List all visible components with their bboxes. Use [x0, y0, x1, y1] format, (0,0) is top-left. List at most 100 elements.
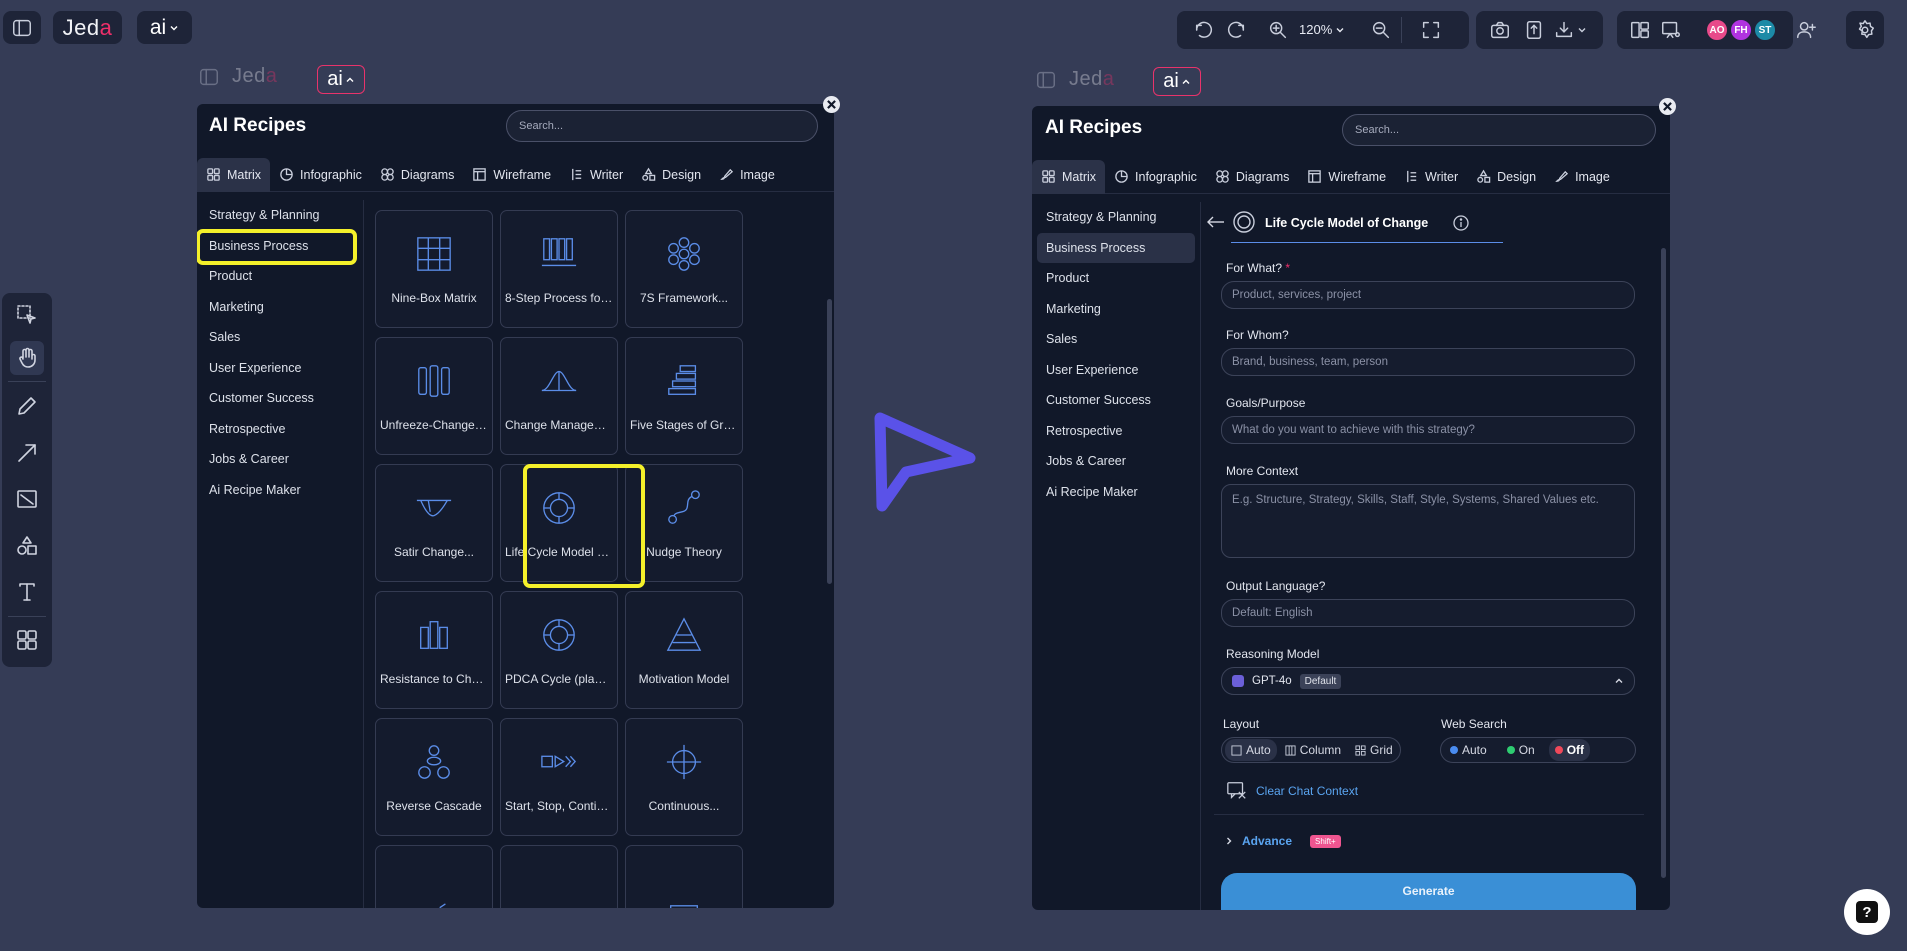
sidebar-item-product[interactable]: Product — [200, 261, 356, 292]
web-auto-option[interactable]: Auto — [1444, 739, 1493, 761]
avatar[interactable]: FH — [1730, 19, 1752, 41]
language-input[interactable]: Default: English — [1221, 599, 1635, 627]
tab-design[interactable]: Design — [632, 158, 710, 192]
recipe-card[interactable] — [375, 845, 493, 908]
layout-grid-option[interactable]: Grid — [1349, 739, 1399, 761]
text-tool[interactable] — [10, 575, 44, 609]
zoom-in-button[interactable] — [1267, 19, 1289, 41]
recipe-card[interactable]: Motivation Model — [625, 591, 743, 709]
tab-diagrams[interactable]: Diagrams — [371, 158, 464, 192]
jeda-logo-button[interactable]: Jeda — [53, 11, 122, 44]
sidebar-item-marketing[interactable]: Marketing — [200, 292, 356, 323]
sidebar-item-jobs-career[interactable]: Jobs & Career — [200, 444, 356, 475]
advance-toggle[interactable]: Advance Shift+ — [1224, 834, 1341, 848]
recipe-card[interactable] — [500, 845, 618, 908]
frame-tool[interactable] — [10, 482, 44, 516]
tab-infographic[interactable]: Infographic — [1105, 160, 1206, 194]
info-icon[interactable] — [1453, 215, 1469, 231]
recipe-card[interactable]: Five Stages of Grief... — [625, 337, 743, 455]
zoom-out-button[interactable] — [1370, 19, 1392, 41]
tab-matrix[interactable]: Matrix — [197, 157, 271, 192]
redo-button[interactable] — [1225, 19, 1247, 41]
ai-menu-button[interactable]: ai — [317, 65, 365, 94]
shapes-tool[interactable] — [10, 529, 44, 563]
recipe-card[interactable]: Reverse Cascade — [375, 718, 493, 836]
recipe-card[interactable]: Start, Stop, Continue — [500, 718, 618, 836]
sidebar-item-customer-success[interactable]: Customer Success — [1037, 385, 1195, 416]
sidebar-item-ai-recipe-maker[interactable]: Ai Recipe Maker — [200, 475, 356, 506]
tab-diagrams[interactable]: Diagrams — [1206, 160, 1299, 194]
for-whom-input[interactable]: Brand, business, team, person — [1221, 348, 1635, 376]
sidebar-item-customer-success[interactable]: Customer Success — [200, 383, 356, 414]
select-tool[interactable] — [10, 298, 44, 332]
tab-matrix[interactable]: Matrix — [1032, 159, 1106, 194]
layout-view-button[interactable] — [1629, 19, 1651, 41]
tab-image[interactable]: Image — [1545, 160, 1619, 194]
tab-infographic[interactable]: Infographic — [270, 158, 371, 192]
context-textarea[interactable]: E.g. Structure, Strategy, Skills, Staff,… — [1221, 484, 1635, 558]
tab-writer[interactable]: Writer — [1395, 160, 1467, 194]
sidebar-item-strategy[interactable]: Strategy & Planning — [200, 200, 356, 231]
fit-screen-button[interactable] — [1420, 19, 1442, 41]
sidebar-item-strategy[interactable]: Strategy & Planning — [1037, 202, 1195, 233]
recipe-card[interactable]: 8-Step Process for... — [500, 210, 618, 328]
zoom-level-dropdown[interactable]: 120% — [1299, 22, 1345, 37]
sidebar-item-user-experience[interactable]: User Experience — [1037, 355, 1195, 386]
close-button[interactable] — [1659, 98, 1676, 115]
web-off-option[interactable]: Off — [1548, 739, 1591, 761]
sidebar-item-marketing[interactable]: Marketing — [1037, 294, 1195, 325]
tab-writer[interactable]: Writer — [560, 158, 632, 192]
layout-column-option[interactable]: Column — [1279, 739, 1347, 761]
pen-tool[interactable] — [10, 389, 44, 423]
search-input[interactable]: Search... — [506, 110, 818, 142]
sidebar-item-jobs-career[interactable]: Jobs & Career — [1037, 446, 1195, 477]
model-select[interactable]: GPT-4o Default — [1221, 667, 1635, 695]
sidebar-item-ai-recipe-maker[interactable]: Ai Recipe Maker — [1037, 477, 1195, 508]
arrow-tool[interactable] — [10, 436, 44, 470]
scrollbar[interactable] — [827, 299, 832, 584]
clear-context-button[interactable]: Clear Chat Context — [1226, 780, 1358, 802]
recipe-card[interactable]: 7S Framework... — [625, 210, 743, 328]
screenshot-button[interactable] — [1489, 19, 1511, 41]
tab-image[interactable]: Image — [710, 158, 784, 192]
present-button[interactable] — [1660, 19, 1682, 41]
avatar[interactable]: ST — [1754, 19, 1776, 41]
download-button[interactable] — [1553, 19, 1587, 41]
hand-tool[interactable] — [10, 341, 44, 375]
recipe-card[interactable]: Change Managemen... — [500, 337, 618, 455]
tab-wireframe[interactable]: Wireframe — [463, 158, 560, 192]
recipe-card[interactable]: Unfreeze-Change-... — [375, 337, 493, 455]
sidebar-toggle-button[interactable] — [3, 11, 41, 44]
back-arrow-icon[interactable] — [1206, 216, 1226, 228]
search-input[interactable]: Search... — [1342, 114, 1656, 146]
help-button[interactable]: ? — [1844, 889, 1890, 935]
layout-auto-option[interactable]: Auto — [1225, 739, 1277, 761]
goals-input[interactable]: What do you want to achieve with this st… — [1221, 416, 1635, 444]
sidebar-item-retrospective[interactable]: Retrospective — [200, 414, 356, 445]
sidebar-item-business-process[interactable]: Business Process — [1037, 232, 1195, 263]
web-on-option[interactable]: On — [1501, 739, 1541, 761]
sidebar-item-user-experience[interactable]: User Experience — [200, 353, 356, 384]
recipe-card[interactable] — [625, 845, 743, 908]
invite-user-button[interactable] — [1795, 19, 1817, 41]
generate-button[interactable]: Generate — [1221, 873, 1636, 910]
sidebar-item-sales[interactable]: Sales — [200, 322, 356, 353]
sidebar-item-sales[interactable]: Sales — [1037, 324, 1195, 355]
settings-button[interactable] — [1846, 11, 1884, 49]
avatar[interactable]: AO — [1706, 19, 1728, 41]
close-button[interactable] — [823, 96, 840, 113]
share-button[interactable] — [1523, 19, 1545, 41]
ai-menu-button[interactable]: ai — [137, 11, 192, 44]
ai-menu-button[interactable]: ai — [1153, 67, 1201, 96]
scrollbar[interactable] — [1661, 248, 1666, 878]
recipe-card[interactable]: Nine-Box Matrix — [375, 210, 493, 328]
sidebar-item-retrospective[interactable]: Retrospective — [1037, 416, 1195, 447]
recipe-card[interactable]: PDCA Cycle (plannin... — [500, 591, 618, 709]
templates-tool[interactable] — [10, 623, 44, 657]
for-what-input[interactable]: Product, services, project — [1221, 281, 1635, 309]
sidebar-item-product[interactable]: Product — [1037, 263, 1195, 294]
undo-button[interactable] — [1193, 19, 1215, 41]
tab-wireframe[interactable]: Wireframe — [1298, 160, 1395, 194]
recipe-card[interactable]: Resistance to Change — [375, 591, 493, 709]
recipe-card[interactable]: Satir Change... — [375, 464, 493, 582]
